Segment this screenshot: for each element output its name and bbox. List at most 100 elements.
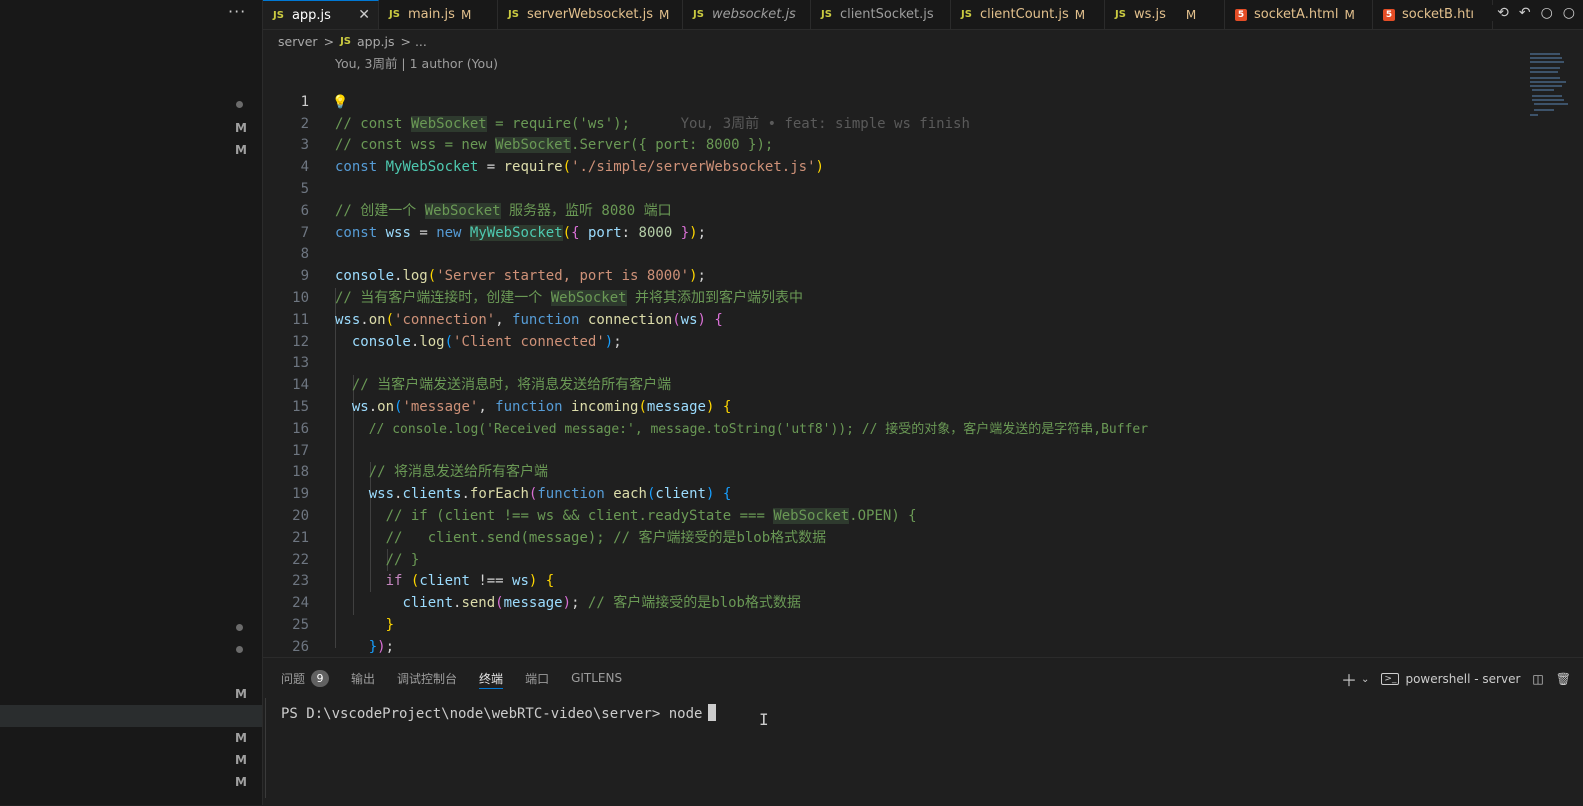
split-terminal-icon[interactable]: ◫: [1532, 672, 1543, 686]
code-line: 5 // 创建一个 WebSocket 服务器，监听 8080 端口: [263, 157, 1523, 219]
tab-socketa-html[interactable]: 5 socketA.html M: [1225, 0, 1373, 29]
code-line: 15 // console.log('Received message:', m…: [263, 375, 1523, 437]
terminal-command: node: [668, 706, 703, 722]
code-line: 3 const MyWebSocket = require('./simple/…: [263, 114, 1523, 175]
tab-serverwebsocket-js[interactable]: JS serverWebsocket.js M: [498, 0, 683, 29]
terminal-name[interactable]: powershell - server: [1405, 672, 1520, 686]
git-modified-mark: M: [235, 687, 247, 701]
code-line: 8 console.log('Server started, port is 8…: [263, 223, 1523, 284]
code-line: 11 console.log('Client connected');: [263, 288, 1523, 350]
code-line: 27: [263, 637, 1523, 657]
code-line: 14 ws.on('message', function incoming(me…: [263, 353, 1523, 415]
tab-app-js[interactable]: JS app.js ✕: [263, 0, 379, 29]
code-line: 2 // const wss = new WebSocket.Server({ …: [263, 92, 1523, 154]
tab-debug-console[interactable]: 调试控制台: [397, 668, 457, 688]
code-line: 6 const wss = new MyWebSocket({ port: 80…: [263, 179, 1523, 241]
next-change-icon[interactable]: ○: [1563, 5, 1575, 21]
git-modified-mark: M: [235, 753, 247, 767]
tab-ws-js[interactable]: JS ws.js M: [1105, 0, 1225, 29]
tab-clientcount-js[interactable]: JS clientCount.js M: [951, 0, 1105, 29]
trash-icon[interactable]: 🗑: [1556, 672, 1571, 686]
lightbulb-icon[interactable]: 💡: [332, 92, 348, 114]
code-line: 12: [263, 310, 1523, 350]
more-actions-icon[interactable]: ···: [228, 2, 246, 21]
tab-gitlens[interactable]: GITLENS: [571, 668, 622, 688]
tab-label: socketA.html: [1254, 7, 1339, 22]
js-file-icon: JS: [1115, 9, 1126, 20]
js-file-icon: JS: [389, 9, 400, 20]
editor-actions: ⟲ ↶ ○ ○: [1491, 5, 1575, 21]
close-icon[interactable]: ✕: [358, 7, 370, 23]
tab-label: 问题: [281, 671, 306, 686]
js-file-icon: JS: [508, 9, 519, 20]
revert-icon[interactable]: ↶: [1519, 5, 1531, 21]
tab-websocket-js[interactable]: JS websocket.js: [683, 0, 811, 29]
js-file-icon: JS: [340, 35, 351, 47]
breadcrumb-separator: >: [323, 33, 335, 49]
html5-file-icon: 5: [1383, 8, 1395, 21]
code-editor[interactable]: 1 // const WebSocket = require('ws'); Yo…: [263, 70, 1523, 657]
explorer-sidebar: ··· M M M M M M: [0, 0, 263, 805]
code-line: 21 // }: [263, 506, 1523, 568]
code-line: 24 }: [263, 571, 1523, 633]
tab-clientsocket-js[interactable]: JS clientSocket.js: [811, 0, 951, 29]
breadcrumb-symbol[interactable]: > ...: [401, 34, 427, 49]
git-modified-mark: M: [235, 143, 247, 157]
breadcrumb-file[interactable]: app.js: [357, 34, 395, 49]
chevron-down-icon[interactable]: ⌄: [1361, 674, 1369, 685]
tab-label: 输出: [351, 671, 376, 686]
modified-flag: M: [1344, 7, 1355, 22]
js-file-icon: JS: [693, 9, 704, 20]
tab-terminal[interactable]: 终端: [479, 668, 504, 689]
tab-label: GITLENS: [571, 671, 623, 685]
selected-file-row[interactable]: [0, 705, 262, 727]
code-line: 9 // 当有客户端连接时，创建一个 WebSocket 并将其添加到客户端列表…: [263, 244, 1523, 306]
js-file-icon: JS: [273, 9, 284, 21]
problems-count-badge: 9: [311, 669, 330, 687]
modified-flag: M: [1074, 7, 1086, 22]
minimap[interactable]: [1530, 50, 1570, 120]
mouse-ibeam-cursor: I: [759, 710, 769, 729]
code-line: 23 client.send(message); // 客户端接受的是blob格…: [263, 550, 1523, 611]
panel-tabs: 问题 9 输出 调试控制台 终端 端口 GITLENS: [281, 668, 644, 689]
tab-socketb-html[interactable]: 5 socketB.htı: [1373, 0, 1493, 29]
code-line: 7: [263, 201, 1523, 241]
tab-label: 调试控制台: [397, 671, 458, 686]
tab-main-js[interactable]: JS main.js M: [379, 0, 498, 29]
bottom-panel: 问题 9 输出 调试控制台 终端 端口 GITLENS ＋ ⌄ >_ power…: [263, 657, 1583, 806]
new-terminal-icon[interactable]: ＋: [1341, 667, 1357, 691]
tab-problems[interactable]: 问题 9: [281, 668, 330, 688]
code-line: 13 // 当客户端发送消息时，将消息发送给所有客户端: [263, 332, 1523, 393]
tab-label: main.js: [407, 7, 455, 22]
js-file-icon: JS: [821, 9, 832, 20]
modified-dot: [236, 646, 243, 653]
code-line: 4: [263, 135, 1523, 175]
code-line: 1 // const WebSocket = require('ws'); Yo…: [263, 70, 1523, 132]
terminal-output[interactable]: PS D:\vscodeProject\node\webRTC-video\se…: [281, 704, 717, 722]
terminal-prompt: PS D:\vscodeProject\node\webRTC-video\se…: [281, 706, 669, 722]
breadcrumb: server > JS app.js > ...: [278, 33, 427, 49]
tab-ports[interactable]: 端口: [525, 668, 549, 688]
terminal-icon: >_: [1381, 673, 1400, 685]
code-line: 19 // if (client !== ws && client.readyS…: [263, 462, 1523, 524]
tab-label: 终端: [479, 671, 504, 686]
modified-flag: M: [1185, 7, 1197, 22]
git-modified-mark: M: [235, 731, 247, 745]
modified-flag: M: [460, 7, 472, 22]
code-line: 22 if (client !== ws) {: [263, 528, 1523, 590]
code-line: 26 });: [263, 615, 1523, 655]
previous-change-icon[interactable]: ○: [1541, 5, 1553, 21]
git-modified-mark: M: [235, 775, 247, 789]
tab-output[interactable]: 输出: [351, 668, 375, 688]
code-line: 10 wss.on('connection', function connect…: [263, 266, 1523, 328]
tab-label: websocket.js: [711, 7, 796, 22]
code-line: 25 });: [263, 593, 1523, 655]
tab-label: ws.js: [1133, 7, 1166, 22]
modified-flag: M: [658, 7, 670, 22]
history-icon[interactable]: ⟲: [1497, 5, 1509, 21]
tab-label: socketB.htı: [1402, 7, 1475, 22]
js-file-icon: JS: [961, 9, 972, 20]
terminal-cursor: [708, 704, 717, 721]
breadcrumb-folder[interactable]: server: [278, 34, 318, 49]
modified-dot: [236, 101, 243, 108]
